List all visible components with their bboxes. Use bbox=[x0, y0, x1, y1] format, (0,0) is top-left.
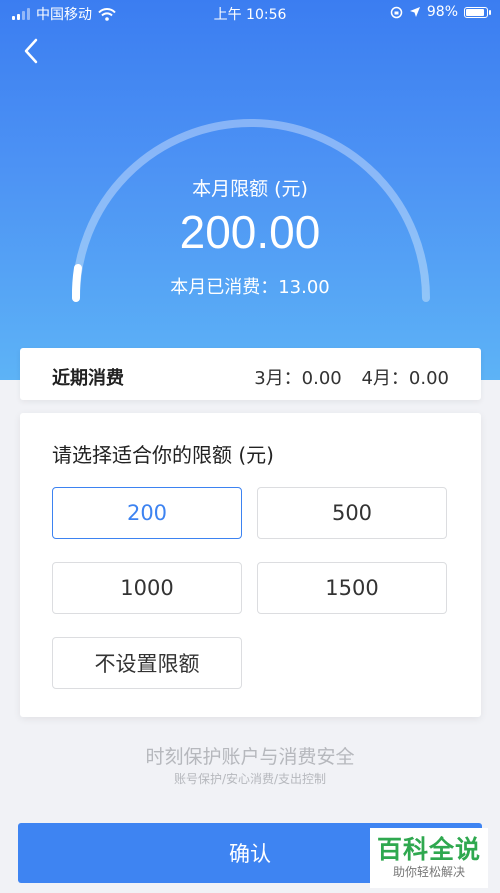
limit-options-title: 请选择适合你的限额 (元) bbox=[52, 443, 274, 467]
battery-percent: 98% bbox=[426, 4, 458, 20]
recent-month-value: 3月：0.00 bbox=[254, 368, 342, 389]
monthly-limit-value: 200.00 bbox=[179, 206, 321, 258]
monthly-limit-label: 本月限额 (元) bbox=[192, 178, 308, 200]
recent-month-value: 4月：0.00 bbox=[361, 368, 449, 389]
watermark-sub: 助你轻松解决 bbox=[392, 865, 465, 879]
recent-spending-values: 3月：0.00 4月：0.00 bbox=[240, 364, 449, 390]
limit-option-1000[interactable]: 1000 bbox=[52, 562, 242, 614]
security-subline: 账号保护/安心消费/支出控制 bbox=[173, 772, 327, 786]
watermark-main: 百科全说 bbox=[376, 835, 481, 864]
back-chevron-icon[interactable] bbox=[18, 34, 48, 68]
recent-spending-title: 近期消费 bbox=[52, 368, 124, 389]
limit-option-500[interactable]: 500 bbox=[257, 487, 447, 539]
battery-icon bbox=[464, 6, 491, 18]
limit-option-200[interactable]: 200 bbox=[52, 487, 242, 539]
rotation-lock-icon bbox=[390, 6, 403, 18]
watermark-logo: 百科全说 助你轻松解决 bbox=[370, 828, 488, 888]
limit-options-card: 请选择适合你的限额 (元) 200 500 1000 1500 不设置限额 bbox=[20, 413, 481, 717]
limit-option-1500[interactable]: 1500 bbox=[257, 562, 447, 614]
recent-spending-card: 近期消费 3月：0.00 4月：0.00 bbox=[20, 348, 481, 400]
no-limit-option[interactable]: 不设置限额 bbox=[52, 637, 242, 689]
header-panel: 中国移动 上午 10:56 98% 本月限额 (元) 200.00 本月已消费：… bbox=[0, 0, 500, 380]
location-arrow-icon bbox=[409, 7, 420, 17]
status-bar: 中国移动 上午 10:56 98% bbox=[0, 0, 500, 26]
monthly-spent-text: 本月已消费：13.00 bbox=[170, 277, 330, 298]
security-tagline: 时刻保护账户与消费安全 bbox=[145, 746, 355, 768]
